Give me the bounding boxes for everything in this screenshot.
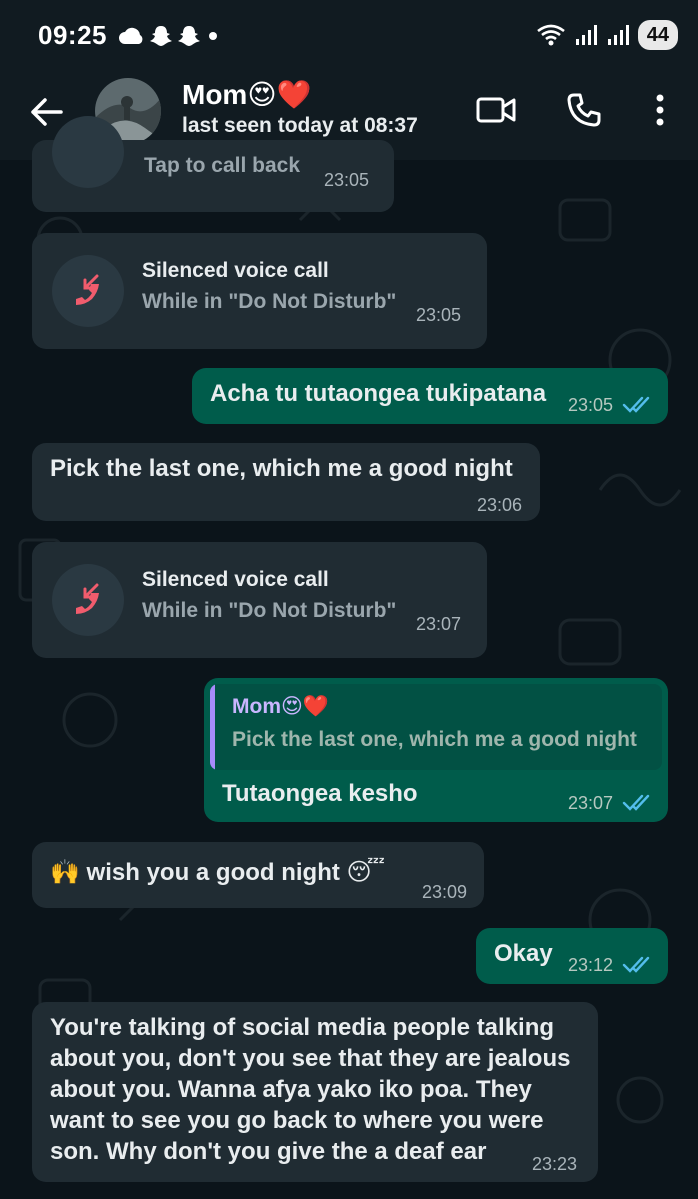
video-camera-icon (476, 97, 516, 123)
signal-icon (575, 25, 597, 45)
message-text: Okay (494, 940, 553, 967)
missed-call-message[interactable]: Tap to call back 23:05 (32, 116, 394, 212)
outgoing-message[interactable]: Okay 23:12 (476, 928, 668, 984)
call-title: Silenced voice call (142, 568, 329, 591)
phone-icon (567, 93, 601, 127)
wifi-icon (536, 24, 565, 46)
message-text: Acha tu tutaongea tukipatana (210, 380, 547, 407)
dot-icon (209, 32, 217, 40)
message-text-block: You're talking of social media people ta… (50, 1012, 570, 1167)
missed-call-icon (76, 583, 99, 614)
missed-call-icon (76, 274, 99, 305)
quoted-message[interactable]: Mom😍❤️ Pick the last one, which me a goo… (210, 684, 662, 770)
quoted-text: Pick the last one, which me a good night (232, 728, 637, 751)
message-time: 23:23 (532, 1154, 578, 1174)
message-time: 23:05 (416, 305, 462, 325)
snapchat-icon (178, 26, 200, 46)
snapchat-icon (150, 26, 172, 46)
outgoing-reply-message[interactable]: Mom😍❤️ Pick the last one, which me a goo… (204, 678, 668, 822)
call-subtitle: Tap to call back (144, 154, 300, 177)
voice-call-button[interactable] (560, 86, 608, 134)
contact-name[interactable]: Mom😍❤️ (182, 78, 311, 111)
status-time: 09:25 (38, 20, 107, 50)
double-check-icon (622, 956, 650, 973)
message-line: want to see you go back to where you wer… (50, 1107, 544, 1134)
message-line: son. Why don't you give the a deaf ear (50, 1138, 487, 1165)
message-text: Tutaongea kesho (222, 780, 418, 807)
message-time: 23:05 (568, 395, 614, 415)
more-options-button[interactable] (636, 86, 684, 134)
call-title: Silenced voice call (142, 259, 329, 282)
message-time: 23:05 (324, 170, 370, 190)
more-vertical-icon (656, 94, 664, 126)
message-time: 23:07 (416, 614, 462, 634)
quote-bar (210, 684, 215, 770)
missed-call-icon-wrap (52, 116, 124, 188)
message-text: 🙌 wish you a good night 😴 (50, 859, 386, 886)
message-line: about you. Wanna afya yako iko poa. They (50, 1076, 532, 1103)
status-bar: 09:25 44 (0, 0, 698, 72)
message-time: 23:07 (568, 793, 614, 813)
missed-call-icon-wrap (52, 564, 124, 636)
battery-level: 44 (637, 20, 678, 50)
message-line: about you, don't you see that they are j… (50, 1045, 571, 1072)
signal-icon (607, 25, 629, 45)
message-time: 23:12 (568, 955, 614, 975)
contact-last-seen: last seen today at 08:37 (182, 114, 418, 137)
message-time: 23:06 (477, 495, 523, 515)
call-subtitle: While in "Do Not Disturb" (142, 290, 397, 313)
missed-call-icon-wrap (52, 255, 124, 327)
system-icons: 44 (536, 18, 678, 52)
silenced-call-message[interactable]: Silenced voice call While in "Do Not Dis… (32, 233, 487, 349)
incoming-message[interactable]: You're talking of social media people ta… (32, 1002, 598, 1182)
quoted-sender: Mom😍❤️ (232, 695, 330, 718)
message-text: Pick the last one, which me a good night (50, 455, 513, 482)
outgoing-message[interactable]: Acha tu tutaongea tukipatana 23:05 (192, 368, 668, 424)
incoming-message[interactable]: 🙌 wish you a good night 😴 23:09 (32, 842, 484, 908)
cloud-icon (119, 27, 143, 44)
video-call-button[interactable] (472, 86, 520, 134)
back-arrow-icon (31, 98, 63, 126)
call-subtitle: While in "Do Not Disturb" (142, 599, 397, 622)
message-time: 23:09 (422, 882, 468, 902)
message-line: You're talking of social media people ta… (50, 1014, 555, 1041)
double-check-icon (622, 396, 650, 413)
incoming-message[interactable]: Pick the last one, which me a good night… (32, 443, 540, 521)
double-check-icon (622, 794, 650, 811)
silenced-call-message[interactable]: Silenced voice call While in "Do Not Dis… (32, 542, 487, 658)
notification-icons (118, 22, 220, 50)
